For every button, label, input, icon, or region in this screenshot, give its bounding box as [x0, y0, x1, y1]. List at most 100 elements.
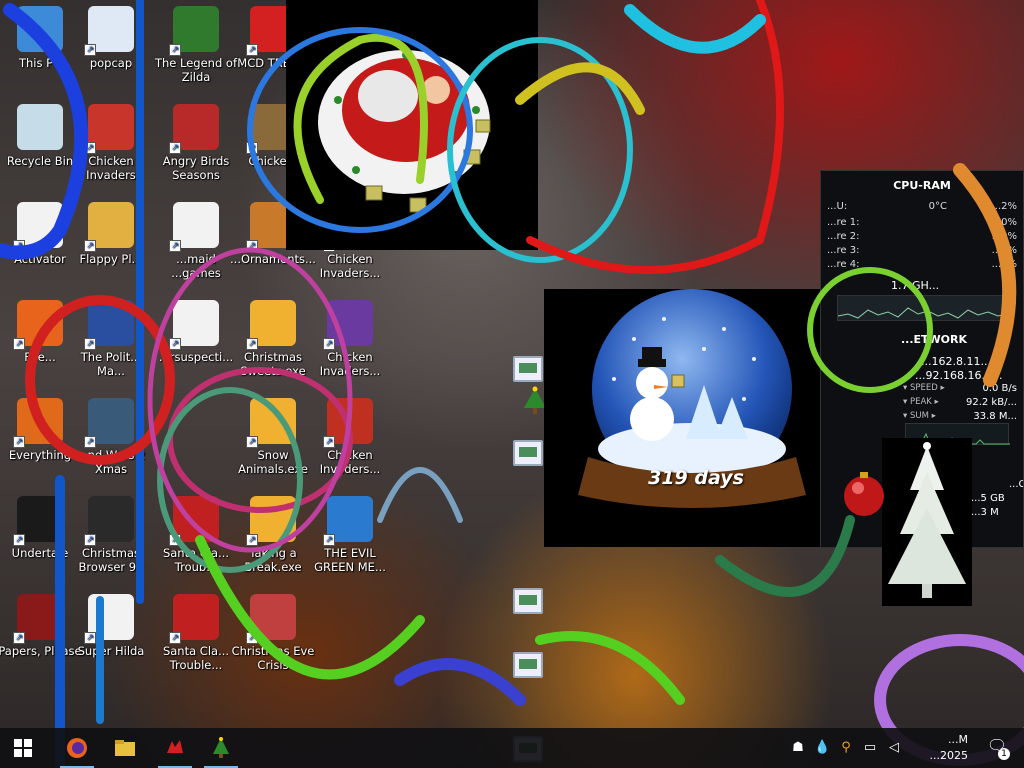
christmas-tree-gadget[interactable] — [882, 438, 972, 606]
desktop-icon-label: The Polit... Ma... — [80, 350, 142, 378]
shortcut-arrow-icon: ↗ — [246, 44, 258, 56]
gadget-title: CPU-RAM — [893, 179, 951, 192]
shortcut-icon[interactable] — [513, 588, 543, 614]
chicken-invaders-icon: ↗ — [323, 398, 373, 448]
core-row: ...re 1: ...0% — [827, 217, 1017, 229]
net-speed-value: 0.0 B/s — [982, 383, 1017, 394]
desktop-icon[interactable]: ↗ Angry Birds Seasons — [153, 100, 239, 186]
computer-icon — [17, 6, 63, 52]
browser-icon: ↗ — [84, 496, 134, 546]
net-speed: ▾ SPEED ▸ 0.0 B/s — [903, 383, 1017, 395]
network-icon[interactable]: ▭ — [862, 740, 878, 756]
folder-icon — [115, 740, 135, 756]
taskbar-firefox[interactable] — [56, 728, 98, 768]
net-sum-value: 33.8 M... — [973, 411, 1017, 422]
hilda-icon: ↗ — [84, 594, 134, 644]
search-icon[interactable]: ⚲ — [838, 740, 854, 756]
notification-center-button[interactable]: 🗨 1 — [984, 736, 1010, 760]
desktop-icon-label: Angry Birds Seasons — [162, 154, 230, 182]
flappy-icon: ↗ — [84, 202, 134, 252]
desktop-icon[interactable]: ↗ Taking a Break.exe — [230, 492, 316, 578]
shortcut-arrow-icon: ↗ — [323, 534, 335, 546]
desktop-icon[interactable]: ↗ Santa Cla... Trouble... — [153, 590, 239, 676]
christmas-tree-icon — [213, 737, 229, 758]
desktop-icon[interactable]: ↗ Christmas Eve Crisis — [230, 590, 316, 676]
net-sum: ▾ SUM ▸ 33.8 M... — [903, 411, 1017, 423]
desktop-icon[interactable]: ↗ THE EVIL GREEN ME... — [307, 492, 393, 578]
santa-wreath-icon — [318, 50, 491, 213]
taskbar-app[interactable] — [154, 728, 196, 768]
desktop-icon-label: Santa Cla... Troub... — [162, 546, 230, 574]
shortcut-arrow-icon: ↗ — [246, 338, 258, 350]
desktop-icon[interactable]: ↗ The Polit... Ma... — [68, 296, 154, 382]
shortcut-icon[interactable] — [513, 356, 543, 382]
core-label: ...re 2: — [827, 231, 860, 242]
desktop-icon-label: Fire... — [24, 350, 56, 364]
desktop-icon[interactable]: ↗Chicken Invaders... — [307, 296, 393, 382]
snow-globe-gadget[interactable]: 319 days — [544, 289, 840, 547]
desktop-icon[interactable]: ↗ Super Hilda — [68, 590, 154, 676]
shortcut-arrow-icon: ↗ — [246, 142, 258, 154]
red-ornament-icon — [844, 472, 884, 516]
people-icon[interactable]: ☗ — [790, 740, 806, 756]
desktop-icon-label: Christmas Sweets.exe — [240, 350, 306, 378]
desktop-icon-label: popcap — [89, 56, 133, 70]
shortcut-arrow-icon: ↗ — [169, 240, 181, 252]
shortcut-icon[interactable] — [513, 652, 543, 678]
desktop-icon[interactable]: ↗ ...nd Wars 2 Xmas — [68, 394, 154, 480]
shortcut-arrow-icon: ↗ — [84, 436, 96, 448]
desktop-icon[interactable]: ↗ The Legend of Zilda — [153, 2, 239, 88]
shortcut-arrow-icon: ↗ — [84, 338, 96, 350]
document-icon: ↗ — [169, 202, 219, 252]
taskbar: ☗ 💧 ⚲ ▭ ◁ ...M ...2025 🗨 1 — [0, 728, 1024, 768]
taskbar-folder[interactable] — [104, 728, 146, 768]
snow-globe-icon — [578, 289, 806, 508]
desktop-icon[interactable]: ↗Chicken Invaders... — [307, 394, 393, 480]
desktop-icon-label: Chicken Invaders — [86, 154, 136, 182]
desktop-icon[interactable]: ↗ ...maid ...games — [153, 198, 239, 284]
droplet-icon[interactable]: 💧 — [814, 740, 830, 756]
core-row: ...re 3: ...0% — [827, 245, 1017, 257]
desktop-icon[interactable]: ↗ ...rsuspecti... — [153, 296, 239, 382]
shortcut-arrow-icon: ↗ — [246, 436, 258, 448]
search-app-icon: ↗ — [13, 398, 63, 448]
windows-start-icon — [14, 739, 32, 757]
cpu-graph — [837, 295, 1009, 321]
desktop-icon[interactable]: ↗ Chicken Invaders — [68, 100, 154, 186]
desktop-icon[interactable]: ↗ Santa Cla... Troub... — [153, 492, 239, 578]
core-value: ...0% — [991, 245, 1017, 256]
shortcut-arrow-icon: ↗ — [13, 338, 25, 350]
core-value: ...0% — [991, 217, 1017, 228]
evil-green-icon: ↗ — [323, 496, 373, 546]
installer-icon: ↗ — [246, 496, 296, 546]
shortcut-arrow-icon: ↗ — [13, 240, 25, 252]
start-button[interactable] — [2, 728, 44, 768]
desktop-icon-label: ...rsuspecti... — [158, 350, 234, 364]
core-value: ...0% — [991, 259, 1017, 270]
desktop-icon-label: Chicken Invaders... — [319, 350, 381, 378]
cpu-label: ...U: — [827, 201, 848, 212]
desktop-icon[interactable]: ↗ popcap — [68, 2, 154, 88]
desktop-icon[interactable]: ↗ Christmas Sweets.exe — [230, 296, 316, 382]
clock[interactable]: ...M ...2025 — [898, 732, 968, 764]
desktop-icon[interactable]: ↗ Christmas Browser 99 — [68, 492, 154, 578]
desktop-icon-label: THE EVIL GREEN ME... — [314, 546, 386, 574]
shortcut-arrow-icon: ↗ — [13, 534, 25, 546]
cpu-total: ...2% — [991, 201, 1017, 212]
firefox-icon — [67, 738, 87, 758]
santa-gadget[interactable] — [286, 0, 538, 250]
desktop-icon[interactable]: ↗ Snow Animals.exe — [230, 394, 316, 480]
network-title: ...ETWORK — [901, 333, 968, 346]
zelda-icon: ↗ — [169, 6, 219, 56]
shortcut-arrow-icon: ↗ — [84, 142, 96, 154]
desktop-icon[interactable]: ↗ Flappy Pl... — [68, 198, 154, 284]
sys-value: ...5 GB — [971, 493, 1005, 504]
notification-badge: 1 — [998, 748, 1010, 760]
shortcut-icon[interactable] — [513, 440, 543, 466]
shortcut-arrow-icon: ↗ — [246, 534, 258, 546]
taskbar-tree[interactable] — [200, 728, 242, 768]
clock-time: ...M — [948, 733, 968, 746]
core-label: ...re 1: — [827, 217, 860, 228]
ip-address: ...162.8.11... — [921, 355, 991, 368]
desktop-icon-label: Snow Animals.exe — [238, 448, 308, 476]
